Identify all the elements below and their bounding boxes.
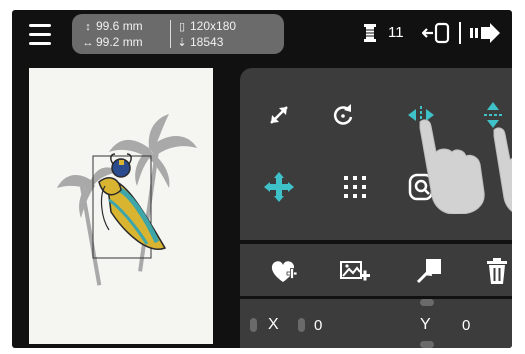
zoom-icon [408, 173, 434, 201]
y-decrease-handle[interactable] [420, 341, 434, 348]
panel-divider [240, 296, 512, 299]
frame-out-icon[interactable] [422, 22, 452, 44]
next-arrow-icon[interactable] [470, 23, 500, 43]
horizontal-arrow-icon: ↔ [82, 37, 94, 49]
x-label: X [268, 316, 279, 333]
embroidery-preview[interactable] [29, 68, 213, 344]
height-value: 99.6 mm [96, 19, 143, 33]
height-readout: ↕ 99.6 mm [82, 19, 143, 34]
menu-button[interactable] [18, 16, 62, 52]
info-divider [170, 20, 171, 48]
hoop-icon: ▯ [178, 21, 186, 33]
favorite-add-icon [271, 261, 298, 282]
move-icon [264, 172, 294, 202]
apply-icon [416, 259, 441, 284]
width-value: 99.2 mm [96, 35, 143, 49]
resize-button[interactable] [262, 98, 296, 132]
delete-icon [487, 258, 507, 284]
mirror-horizontal-icon [408, 106, 434, 124]
thread-count: 11 [388, 24, 404, 41]
menu-line [29, 41, 51, 45]
design-info-panel: ↕ 99.6 mm ↔ 99.2 mm ▯ 120x180 ⇣ 18543 [72, 14, 284, 54]
hoop-readout: ▯ 120x180 [176, 19, 236, 34]
embroidery-design [57, 114, 197, 286]
toolbar-divider [459, 22, 461, 44]
edit-tools-panel: X 0 Y 0 [240, 68, 512, 348]
add-favorite-button[interactable] [266, 254, 300, 288]
width-readout: ↔ 99.2 mm [82, 35, 143, 50]
thread-spool-icon [364, 24, 376, 42]
grid-button[interactable] [338, 170, 372, 204]
mirror-vertical-button[interactable] [476, 98, 510, 132]
add-image-icon [340, 261, 370, 281]
needle-icon: ⇣ [177, 37, 187, 49]
add-image-button[interactable] [338, 254, 372, 288]
panel-divider [240, 240, 512, 244]
apply-button[interactable] [412, 254, 446, 288]
zoom-button[interactable] [404, 170, 438, 204]
resize-icon [270, 106, 288, 124]
y-label: Y [420, 316, 431, 333]
hoop-size: 120x180 [190, 19, 237, 33]
grid-icon [344, 176, 366, 198]
y-value[interactable]: 0 [462, 317, 470, 335]
stitch-count: 18543 [190, 35, 224, 49]
menu-line [29, 32, 51, 36]
vertical-arrow-icon: ↕ [85, 21, 91, 33]
delete-button[interactable] [480, 254, 512, 288]
x-decrease-handle[interactable] [250, 318, 257, 332]
mirror-horizontal-button[interactable] [404, 98, 438, 132]
rotate-icon [333, 104, 353, 125]
x-increase-handle[interactable] [298, 318, 305, 332]
y-increase-handle[interactable] [420, 299, 434, 306]
x-value[interactable]: 0 [314, 317, 322, 335]
menu-line [29, 23, 51, 27]
mirror-vertical-icon [484, 102, 502, 128]
stitch-readout: ⇣ 18543 [176, 35, 223, 50]
rotate-button[interactable] [326, 98, 360, 132]
embroidery-screen: ↕ 99.6 mm ↔99.2 mm ▯ 120x180 ⇣18543 11 [12, 10, 512, 348]
move-button[interactable] [262, 170, 296, 204]
